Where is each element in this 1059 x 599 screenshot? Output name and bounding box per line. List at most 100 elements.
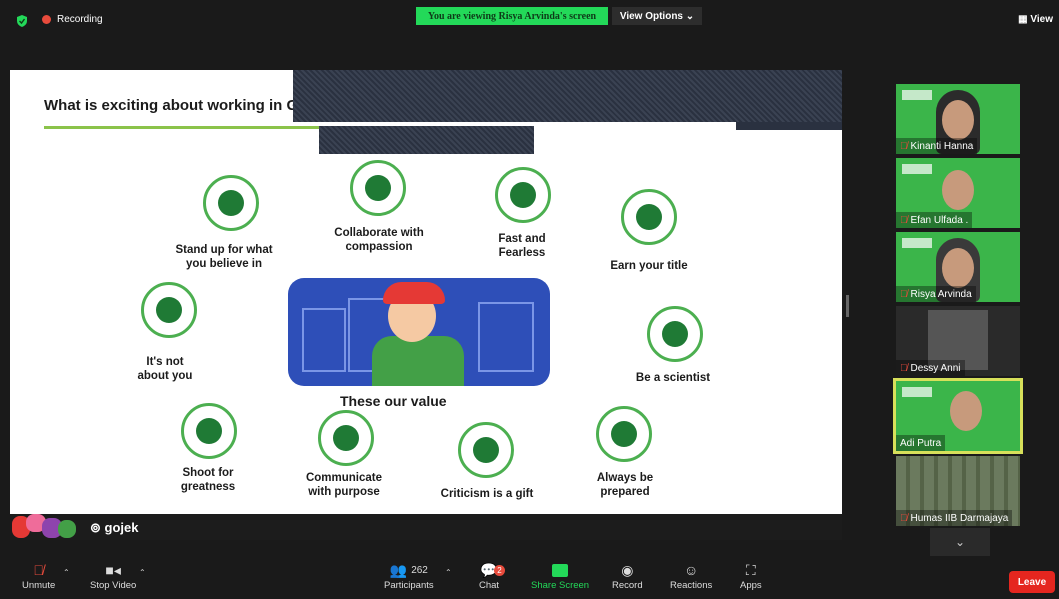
slide-footer: ⊚ gojek bbox=[10, 514, 842, 540]
panel-resize-handle[interactable] bbox=[846, 295, 849, 317]
value-label-stand-up: Stand up for what you believe in bbox=[175, 244, 273, 270]
muted-mic-icon: 🎙̸ bbox=[900, 214, 908, 226]
participant-name-bar: 🎙̸ Kinanti Hanna bbox=[896, 138, 978, 154]
record-icon: ◉ bbox=[621, 561, 634, 578]
chat-bubble-icon bbox=[318, 410, 374, 466]
value-label-earn-title: Earn your title bbox=[610, 260, 688, 272]
gift-box-icon bbox=[458, 422, 514, 478]
grid-icon: ▦ bbox=[1018, 14, 1028, 25]
leave-button[interactable]: Leave bbox=[1009, 571, 1055, 593]
character-cap bbox=[383, 282, 445, 304]
reactions-icon: ☺ bbox=[683, 562, 699, 578]
participant-name-bar: 🎙̸ Humas IIB Darmajaya bbox=[896, 510, 1013, 526]
participant-name-bar: Adi Putra bbox=[896, 435, 946, 451]
participant-tile[interactable]: 🎙̸ Risya Arvinda bbox=[896, 232, 1020, 302]
record-dot-icon bbox=[42, 15, 51, 24]
participant-name: Risya Arvinda bbox=[910, 288, 972, 300]
unmute-label: Unmute bbox=[22, 580, 56, 591]
gojek-logo: ⊚ gojek bbox=[90, 520, 139, 536]
value-label-collaborate: Collaborate with compassion bbox=[334, 227, 424, 253]
value-label-prepared: Always be prepared bbox=[596, 472, 654, 498]
value-label-not-about-you: It's not about you bbox=[137, 356, 193, 382]
top-bar: Recording You are viewing Risya Arvinda'… bbox=[0, 0, 1059, 44]
reactions-button[interactable]: ☺ Reactions bbox=[670, 560, 712, 591]
lightning-badge-icon bbox=[495, 167, 551, 223]
trophy-icon bbox=[181, 403, 237, 459]
building-shape bbox=[478, 302, 534, 372]
view-button[interactable]: ▦ View bbox=[1018, 14, 1053, 25]
participant-name: Kinanti Hanna bbox=[910, 140, 974, 152]
heart-icon bbox=[350, 160, 406, 216]
gojek-wordmark: gojek bbox=[104, 520, 139, 535]
record-button[interactable]: ◉ Record bbox=[612, 560, 643, 592]
view-label: View bbox=[1030, 14, 1053, 25]
participants-count: 262 bbox=[411, 564, 428, 576]
footer-decoration bbox=[58, 520, 76, 538]
muted-mic-icon: 🎙̸ bbox=[900, 288, 908, 300]
event-logo bbox=[902, 90, 932, 100]
participant-tile[interactable]: 🎙̸ Dessy Anni bbox=[896, 306, 1020, 376]
redaction-overlay bbox=[293, 70, 842, 122]
participants-options-caret[interactable]: ⌃ bbox=[445, 568, 452, 577]
participant-tile[interactable]: 🎙̸ Humas IIB Darmajaya bbox=[896, 456, 1020, 526]
stop-video-button[interactable]: ■◂ Stop Video bbox=[90, 560, 137, 592]
video-camera-icon: ■◂ bbox=[105, 561, 121, 578]
chat-label: Chat bbox=[479, 580, 500, 591]
character-body bbox=[372, 336, 464, 386]
participant-face bbox=[950, 391, 982, 431]
center-illustration bbox=[288, 278, 550, 386]
crown-icon bbox=[621, 189, 677, 245]
event-logo bbox=[902, 164, 932, 174]
participant-face bbox=[942, 170, 974, 210]
participant-name: Dessy Anni bbox=[910, 362, 961, 374]
audio-options-caret[interactable]: ⌃ bbox=[63, 568, 70, 577]
participant-face bbox=[942, 248, 974, 288]
view-options-button[interactable]: View Options ⌄ bbox=[612, 7, 702, 25]
shield-icon[interactable] bbox=[16, 15, 28, 27]
apps-icon: ⛶ bbox=[745, 561, 756, 578]
share-screen-button[interactable]: Share Screen bbox=[531, 560, 589, 591]
apps-button[interactable]: ⛶ Apps bbox=[740, 560, 762, 592]
participant-name-bar: 🎙̸ Dessy Anni bbox=[896, 360, 965, 376]
redaction-overlay-small bbox=[319, 126, 534, 154]
participant-name-bar: 🎙̸ Efan Ulfada . bbox=[896, 212, 973, 228]
shared-screen: What is exciting about working in G Stan… bbox=[10, 70, 842, 540]
participants-label: Participants bbox=[384, 580, 434, 591]
title-underline bbox=[44, 126, 340, 129]
slide-title: What is exciting about working in G bbox=[44, 97, 299, 114]
muted-mic-icon: 🎙̸ bbox=[33, 562, 44, 578]
participant-tile-active-speaker[interactable]: Adi Putra bbox=[893, 378, 1023, 454]
participants-button[interactable]: 👥 262 Participants bbox=[384, 560, 434, 592]
participants-icon: 👥 262 bbox=[389, 561, 428, 578]
muted-mic-icon: 🎙̸ bbox=[900, 140, 908, 152]
participant-tile[interactable]: 🎙̸ Kinanti Hanna bbox=[896, 84, 1020, 154]
building-shape bbox=[302, 308, 346, 372]
record-label: Record bbox=[612, 580, 643, 591]
gojek-circle-icon: ⊚ bbox=[90, 520, 101, 535]
participant-name: Adi Putra bbox=[900, 437, 942, 449]
reactions-label: Reactions bbox=[670, 580, 713, 591]
people-arrows-icon bbox=[141, 282, 197, 338]
value-label-communicate: Communicate with purpose bbox=[305, 472, 383, 498]
participant-name-bar: 🎙̸ Risya Arvinda bbox=[896, 286, 976, 302]
video-options-caret[interactable]: ⌃ bbox=[139, 568, 146, 577]
participant-tile[interactable]: 🎙̸ Efan Ulfada . bbox=[896, 158, 1020, 228]
chat-unread-badge: 2 bbox=[494, 565, 505, 576]
value-label-scientist: Be a scientist bbox=[635, 372, 711, 384]
thought-person-icon bbox=[203, 175, 259, 231]
event-logo bbox=[902, 387, 932, 397]
lightbulb-icon bbox=[647, 306, 703, 362]
unmute-button[interactable]: 🎙̸ Unmute bbox=[22, 560, 55, 591]
event-logo bbox=[902, 238, 932, 248]
stop-video-label: Stop Video bbox=[90, 580, 137, 591]
muted-mic-icon: 🎙̸ bbox=[900, 362, 908, 374]
recording-label: Recording bbox=[57, 14, 103, 25]
illustration-caption: These our value bbox=[340, 393, 447, 409]
redaction-overlay-edge bbox=[736, 122, 842, 130]
value-label-criticism: Criticism is a gift bbox=[440, 488, 534, 500]
participant-name: Efan Ulfada . bbox=[910, 214, 969, 226]
recording-indicator[interactable]: Recording bbox=[42, 14, 103, 25]
scroll-down-button[interactable]: ⌄ bbox=[930, 528, 990, 556]
viewing-banner: You are viewing Risya Arvinda's screen bbox=[416, 7, 608, 25]
chevron-down-icon: ⌄ bbox=[954, 535, 966, 549]
